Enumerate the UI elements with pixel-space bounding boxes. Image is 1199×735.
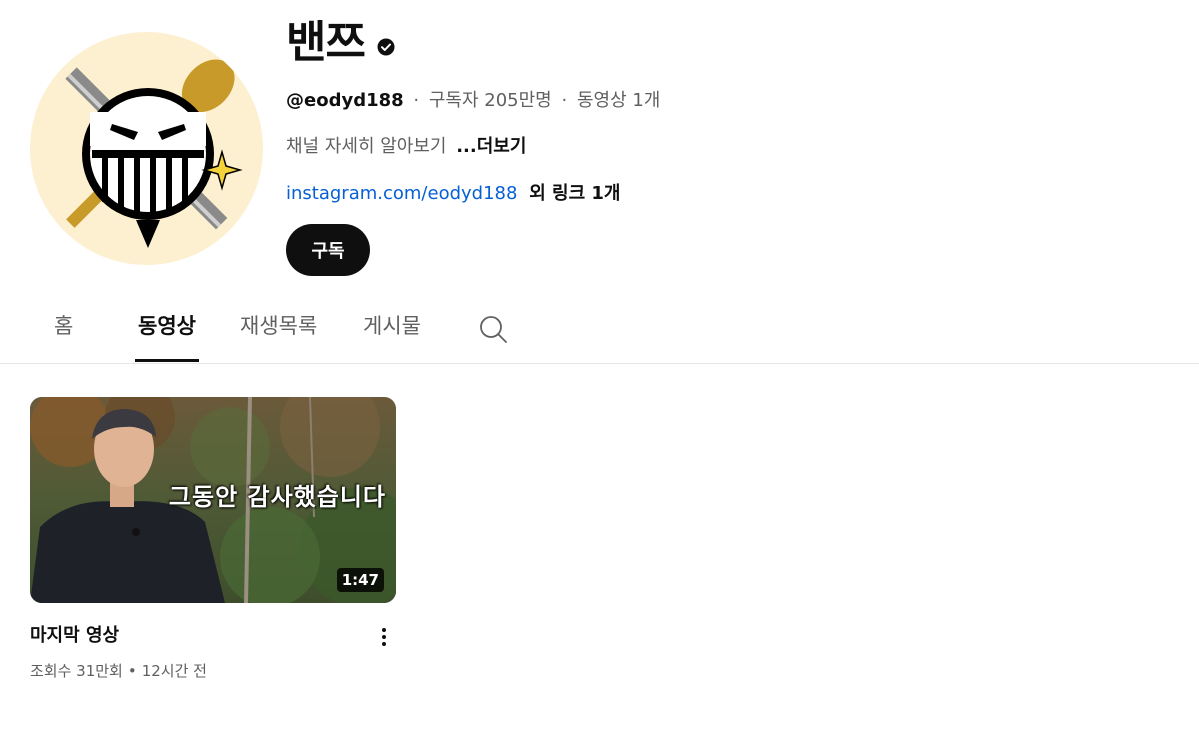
subscriber-count: 구독자 205만명 [428,90,552,111]
verified-check-icon [377,38,395,56]
channel-avatar [30,32,263,265]
channel-handle: @eodyd188 [286,90,404,111]
thumbnail-caption: 그동안 감사했습니다 [168,482,386,511]
video-card[interactable]: 그동안 감사했습니다 1:47 마지막 영상 조회수 31만회 • 12시간 전 [30,397,396,680]
view-count: 조회수 31만회 [30,662,123,680]
tab-videos[interactable]: 동영상 [135,310,199,362]
more-link[interactable]: ...더보기 [456,136,526,157]
meta-separator: • [127,662,137,680]
upload-age: 12시간 전 [141,662,207,680]
tab-playlists[interactable]: 재생목록 [240,310,317,362]
channel-logo-skull-icon [65,59,243,248]
video-count: 동영상 1개 [576,90,661,111]
video-meta: 조회수 31만회 • 12시간 전 [30,660,207,681]
instagram-link[interactable]: instagram.com/eodyd188 [286,183,517,204]
video-title[interactable]: 마지막 영상 [30,621,119,647]
meta-separator: · [413,90,420,111]
subscribe-button[interactable]: 구독 [286,224,370,276]
description-text: 채널 자세히 알아보기 [286,136,447,157]
video-thumbnail[interactable]: 그동안 감사했습니다 1:47 [30,397,396,603]
channel-links: instagram.com/eodyd188 외 링크 1개 [286,179,621,205]
search-icon[interactable] [478,314,508,344]
channel-header: 밴쯔 @eodyd188 · 구독자 205만명 · 동영상 1개 채널 자세히… [286,12,886,276]
tab-home[interactable]: 홈 [54,310,73,362]
channel-name: 밴쯔 [286,17,366,68]
channel-tabs: 홈 동영상 재생목록 게시물 [0,296,1199,364]
tab-posts[interactable]: 게시물 [363,310,421,362]
meta-separator: · [561,90,568,111]
more-vert-icon[interactable] [374,623,394,651]
extra-links[interactable]: 외 링크 1개 [529,183,620,204]
channel-description[interactable]: 채널 자세히 알아보기 ...더보기 [286,132,526,158]
channel-meta: @eodyd188 · 구독자 205만명 · 동영상 1개 [286,86,660,112]
video-duration: 1:47 [336,568,384,592]
